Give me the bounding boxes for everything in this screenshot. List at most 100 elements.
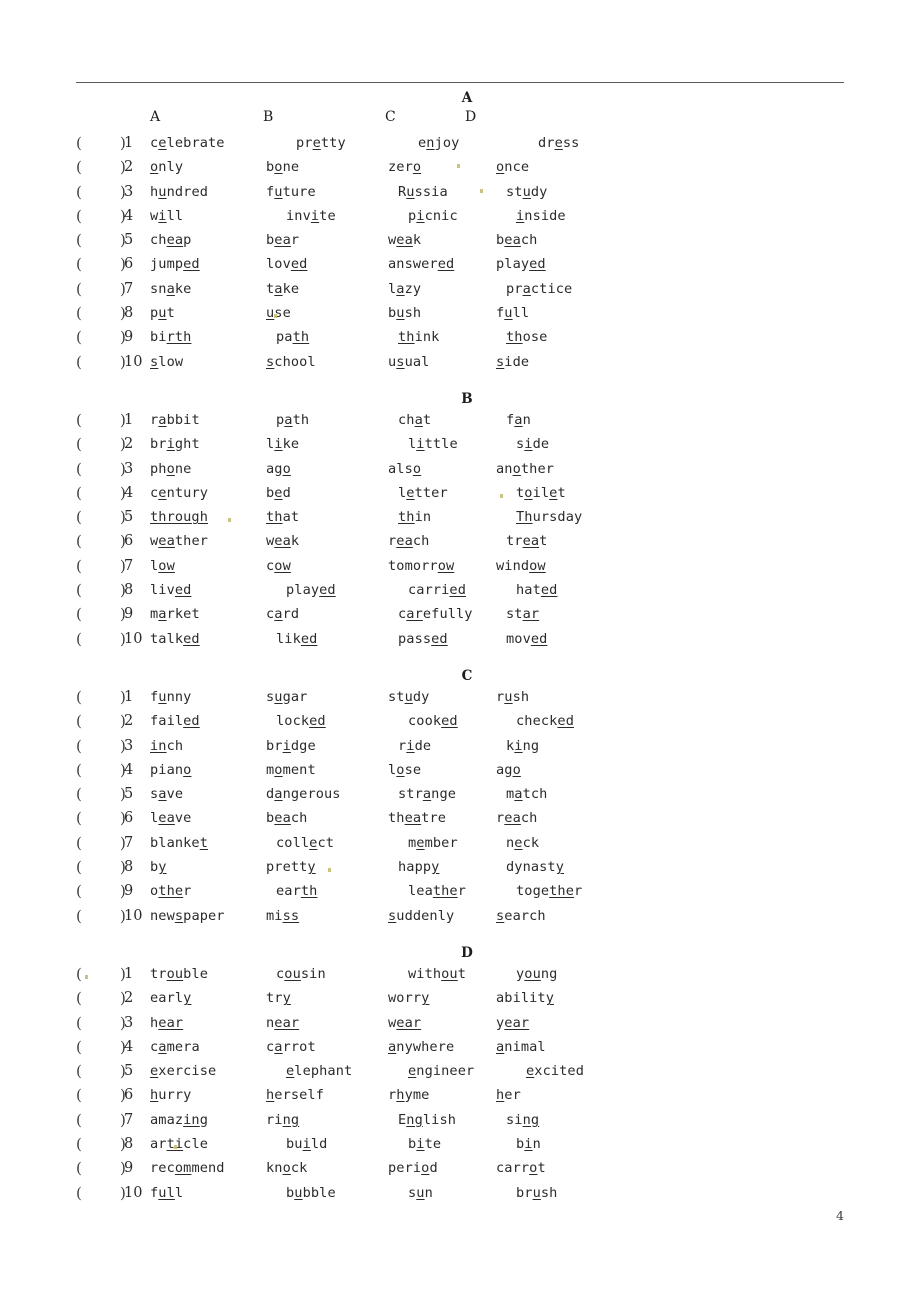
option-b[interactable]: bridge [266,734,316,758]
option-d[interactable]: study [506,180,547,204]
option-a[interactable]: birth [150,325,191,349]
option-b[interactable]: miss [266,904,299,928]
option-d[interactable]: star [506,602,539,626]
answer-blank-parenthesis[interactable]: ( ) [76,734,126,758]
answer-blank-parenthesis[interactable]: ( ) [76,131,126,155]
option-b[interactable]: liked [276,627,317,651]
option-c[interactable]: bite [408,1132,441,1156]
option-b[interactable]: use [266,301,291,325]
option-d[interactable]: king [506,734,539,758]
option-b[interactable]: near [266,1011,299,1035]
answer-blank-parenthesis[interactable]: ( ) [76,1156,126,1180]
option-c[interactable]: sun [408,1181,433,1205]
option-b[interactable]: sugar [266,685,307,709]
option-c[interactable]: member [408,831,458,855]
option-c[interactable]: little [408,432,458,456]
option-c[interactable]: carefully [398,602,473,626]
option-a[interactable]: market [150,602,200,626]
option-d[interactable]: checked [516,709,574,733]
answer-blank-parenthesis[interactable]: ( ) [76,350,126,374]
option-a[interactable]: rabbit [150,408,200,432]
option-a[interactable]: early [150,986,191,1010]
answer-blank-parenthesis[interactable]: ( ) [76,627,126,651]
option-b[interactable]: ago [266,457,291,481]
option-c[interactable]: tomorrow [388,554,454,578]
option-a[interactable]: hear [150,1011,183,1035]
option-c[interactable]: thin [398,505,431,529]
answer-blank-parenthesis[interactable]: ( ) [76,325,126,349]
option-b[interactable]: herself [266,1083,324,1107]
option-c[interactable]: English [398,1108,456,1132]
option-d[interactable]: reach [496,806,537,830]
option-b[interactable]: cousin [276,962,326,986]
option-b[interactable]: beach [266,806,307,830]
answer-blank-parenthesis[interactable]: ( ) [76,806,126,830]
option-a[interactable]: only [150,155,183,179]
option-b[interactable]: bubble [286,1181,336,1205]
option-a[interactable]: trouble [150,962,208,986]
option-c[interactable]: bush [388,301,421,325]
option-b[interactable]: pretty [296,131,346,155]
option-c[interactable]: wear [388,1011,421,1035]
option-c[interactable]: anywhere [388,1035,454,1059]
option-d[interactable]: young [516,962,557,986]
option-d[interactable]: match [506,782,547,806]
answer-blank-parenthesis[interactable]: ( ) [76,758,126,782]
option-c[interactable]: strange [398,782,456,806]
option-b[interactable]: dangerous [266,782,341,806]
option-c[interactable]: zero [388,155,421,179]
option-c[interactable]: without [408,962,466,986]
option-d[interactable]: fan [506,408,531,432]
option-c[interactable]: answered [388,252,454,276]
option-c[interactable]: suddenly [388,904,454,928]
option-a[interactable]: full [150,1181,183,1205]
option-a[interactable]: through [150,505,208,529]
option-a[interactable]: piano [150,758,191,782]
option-b[interactable]: earth [276,879,317,903]
option-a[interactable]: save [150,782,183,806]
answer-blank-parenthesis[interactable]: ( ) [76,855,126,879]
option-d[interactable]: toilet [516,481,566,505]
answer-blank-parenthesis[interactable]: ( ) [76,408,126,432]
option-a[interactable]: slow [150,350,183,374]
option-c[interactable]: chat [398,408,431,432]
option-b[interactable]: knock [266,1156,307,1180]
option-d[interactable]: sing [506,1108,539,1132]
option-a[interactable]: by [150,855,167,879]
answer-blank-parenthesis[interactable]: ( ) [76,228,126,252]
option-d[interactable]: inside [516,204,566,228]
option-d[interactable]: her [496,1083,521,1107]
option-c[interactable]: worry [388,986,429,1010]
option-a[interactable]: bright [150,432,200,456]
option-c[interactable]: picnic [408,204,458,228]
option-d[interactable]: dynasty [506,855,564,879]
option-a[interactable]: article [150,1132,208,1156]
option-b[interactable]: pretty [266,855,316,879]
option-c[interactable]: leather [408,879,466,903]
option-d[interactable]: year [496,1011,529,1035]
option-b[interactable]: collect [276,831,334,855]
option-d[interactable]: animal [496,1035,546,1059]
option-d[interactable]: another [496,457,554,481]
option-d[interactable]: window [496,554,546,578]
option-c[interactable]: lose [388,758,421,782]
option-d[interactable]: ability [496,986,554,1010]
answer-blank-parenthesis[interactable]: ( ) [76,204,126,228]
option-b[interactable]: loved [266,252,307,276]
option-a[interactable]: put [150,301,175,325]
option-d[interactable]: rush [496,685,529,709]
option-d[interactable]: practice [506,277,572,301]
option-d[interactable]: full [496,301,529,325]
option-a[interactable]: leave [150,806,191,830]
option-a[interactable]: celebrate [150,131,225,155]
option-a[interactable]: amazing [150,1108,208,1132]
option-a[interactable]: lived [150,578,191,602]
option-d[interactable]: treat [506,529,547,553]
option-c[interactable]: think [398,325,439,349]
option-b[interactable]: bear [266,228,299,252]
option-a[interactable]: weather [150,529,208,553]
answer-blank-parenthesis[interactable]: ( ) [76,277,126,301]
option-c[interactable]: reach [388,529,429,553]
option-c[interactable]: cooked [408,709,458,733]
option-d[interactable]: once [496,155,529,179]
